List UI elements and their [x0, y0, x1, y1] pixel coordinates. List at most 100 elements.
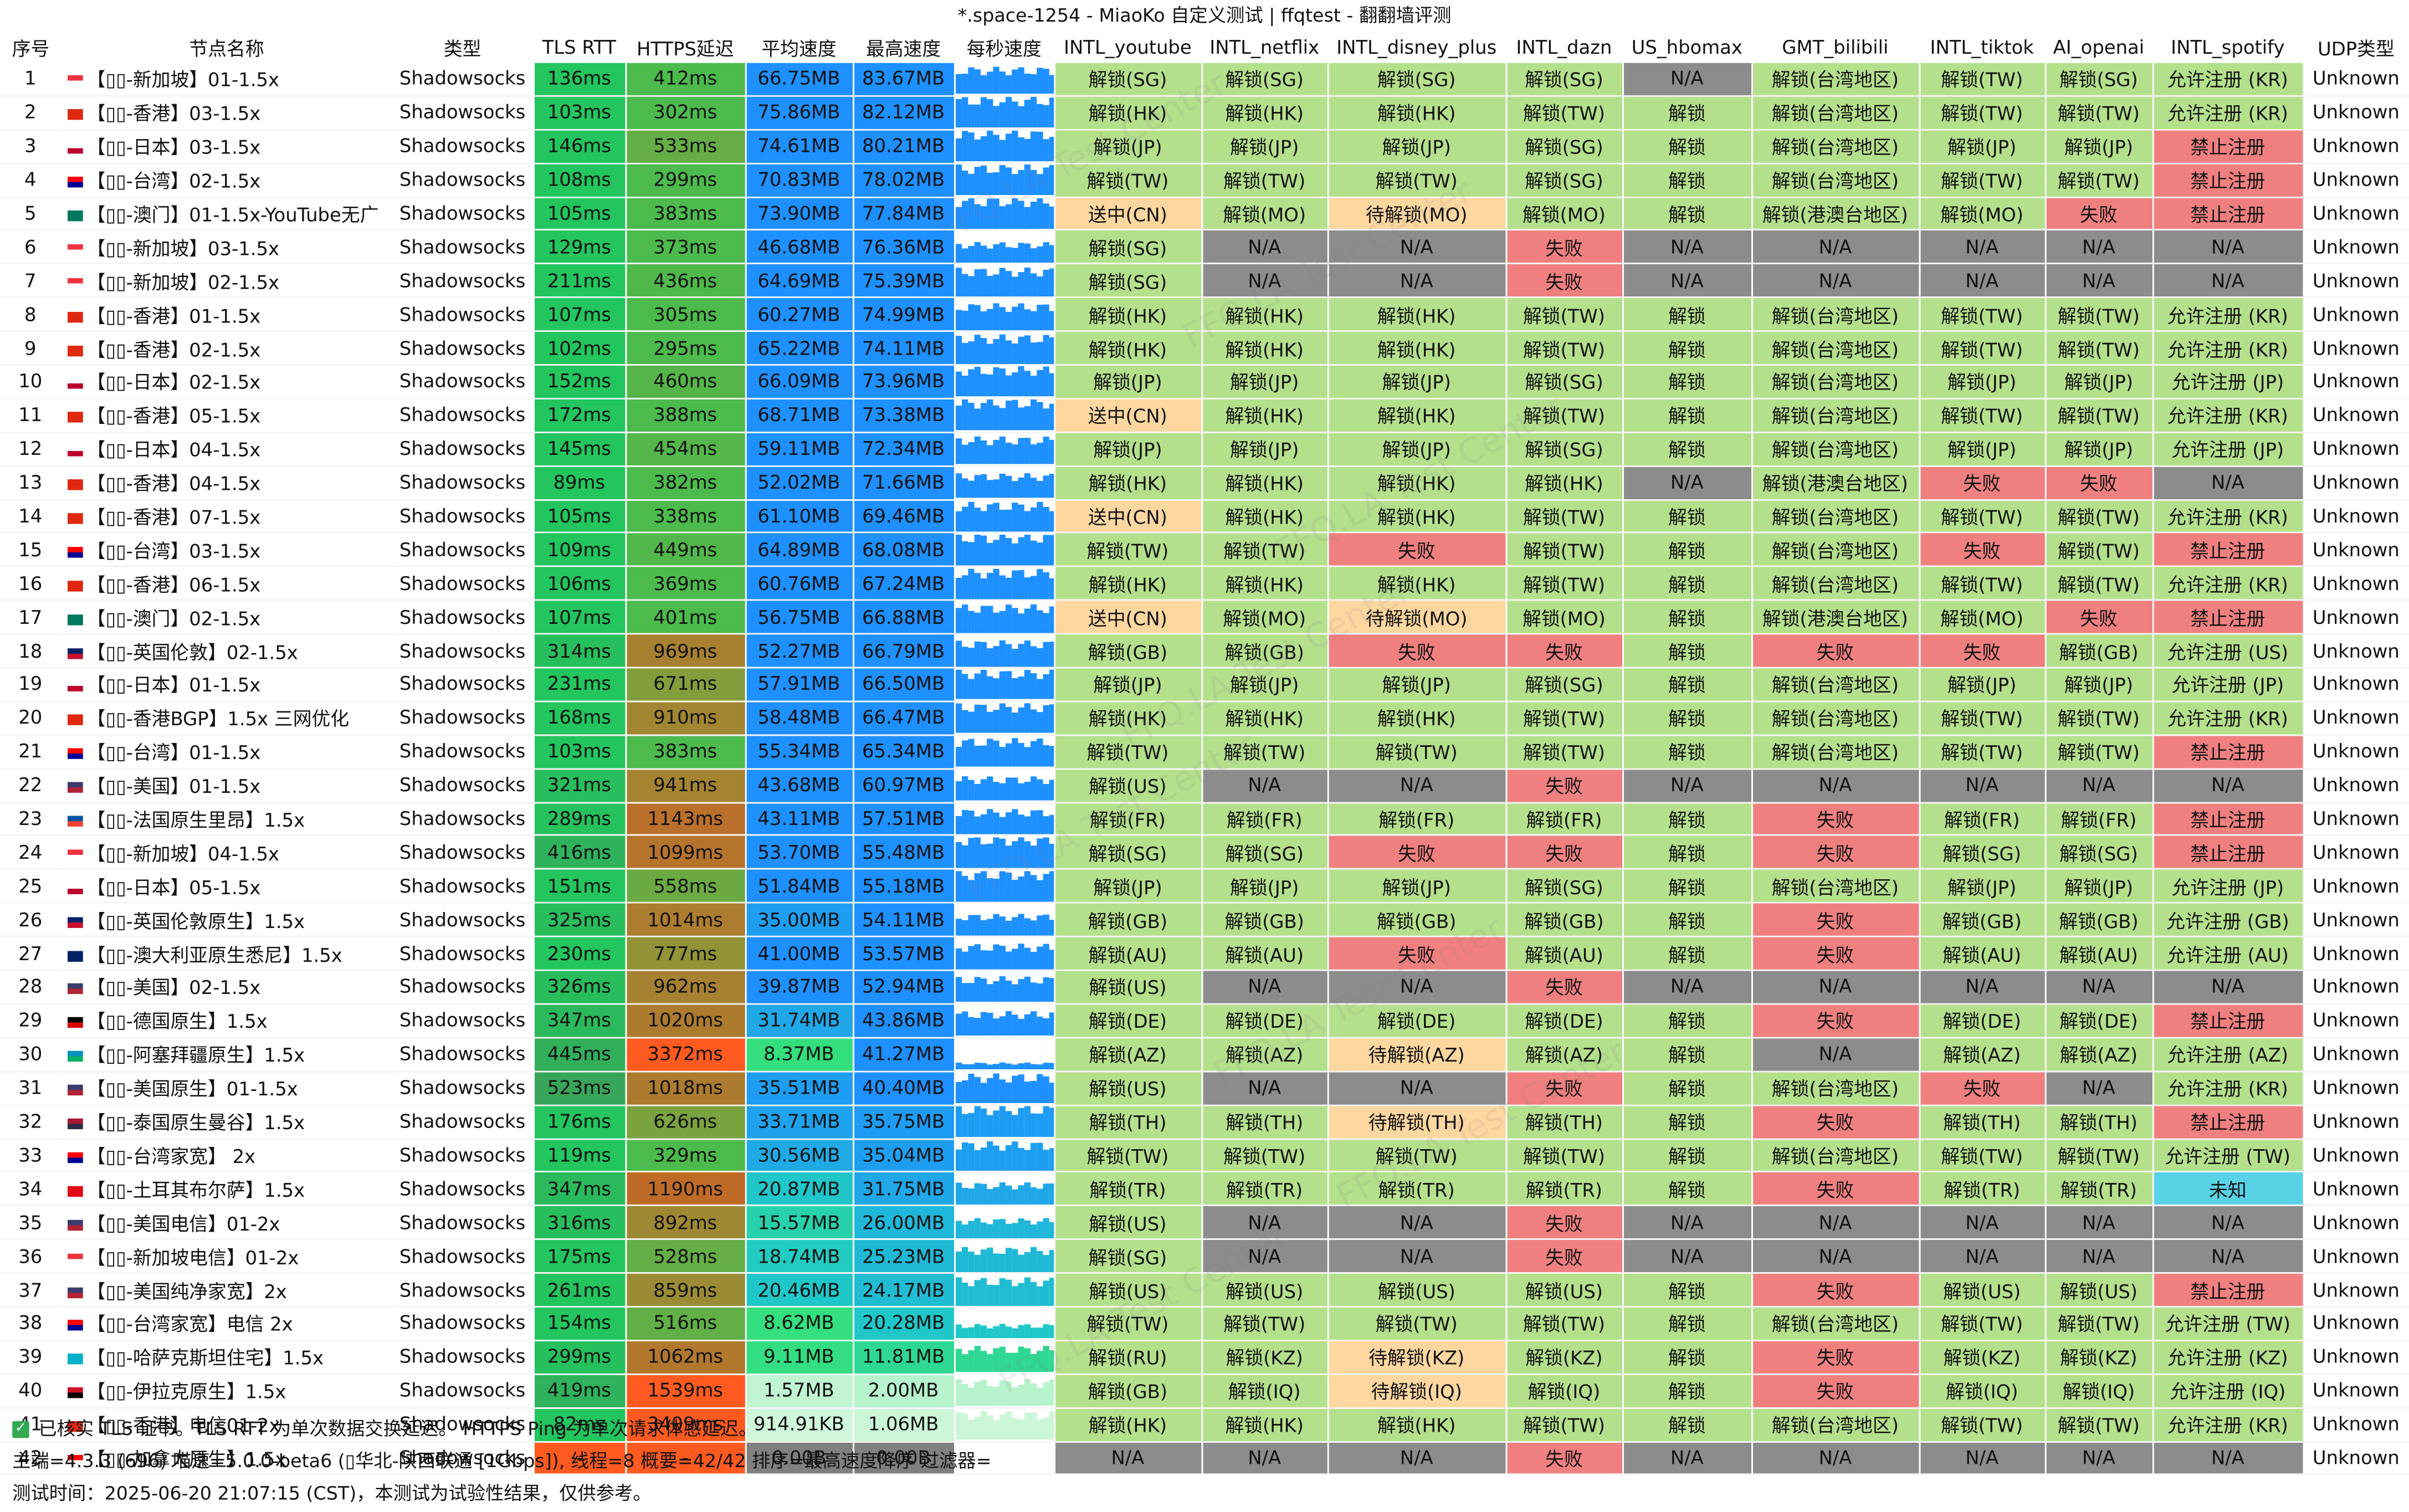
table-row[interactable]: 20 【▯▯-香港BGP】1.5x 三网优化 Shadowsocks 168ms 910… [0, 701, 2409, 736]
table-row[interactable]: 18 【▯▯-英国伦敦】02-1.5x Shadowsocks 314ms 969ms 5… [0, 634, 2409, 669]
table-row[interactable]: 26 【▯▯-英国伦敦原生】1.5x Shadowsocks 325ms 1014ms 3… [0, 903, 2409, 937]
col-header-8[interactable]: INTL_youtube [1054, 32, 1202, 63]
unlock-yt: 解锁(RU) [1054, 1340, 1202, 1375]
unlock-nf: N/A [1201, 970, 1329, 1005]
unlock-dz: 解锁(SG) [1505, 163, 1623, 198]
table-row[interactable]: 5 【▯▯-澳门】01-1.5x-YouTube无广 Shadowsocks 105m… [0, 197, 2409, 232]
table-row[interactable]: 13 【▯▯-香港】04-1.5x Shadowsocks 89ms 382ms 52.0… [0, 465, 2409, 500]
table-row[interactable]: 16 【▯▯-香港】06-1.5x Shadowsocks 106ms 369ms 60.… [0, 566, 2409, 601]
col-header-10[interactable]: INTL_disney_plus [1327, 32, 1506, 63]
table-row[interactable]: 1 【▯▯-新加坡】01-1.5x Shadowsocks 136ms 412ms 66.… [0, 63, 2409, 97]
table-row[interactable]: 38 【▯▯-台湾家宽】电信 2x Shadowsocks 154ms 516ms 8.6… [0, 1306, 2409, 1341]
unlock-sp: 未知 [2152, 1172, 2304, 1207]
unlock-nf: 解锁(HK) [1201, 566, 1329, 601]
protocol-type: Shadowsocks [392, 365, 534, 399]
col-header-9[interactable]: INTL_netflix [1201, 32, 1327, 63]
table-row[interactable]: 25 【▯▯-日本】05-1.5x Shadowsocks 151ms 558ms 51.… [0, 869, 2409, 904]
protocol-type: Shadowsocks [392, 331, 534, 366]
table-row[interactable]: 32 【▯▯-泰国原生曼谷】1.5x Shadowsocks 176ms 626ms 33… [0, 1105, 2409, 1140]
table-row[interactable]: 7 【▯▯-新加坡】02-1.5x Shadowsocks 211ms 436ms 64.… [0, 264, 2409, 299]
table-row[interactable]: 35 【▯▯-美国电信】01-2x Shadowsocks 316ms 892ms 15.… [0, 1206, 2409, 1241]
protocol-type: Shadowsocks [392, 298, 534, 332]
col-header-13[interactable]: GMT_bilibili [1751, 32, 1919, 63]
avg-speed: 41.00MB [745, 936, 854, 971]
col-header-2[interactable]: 类型 [392, 32, 534, 63]
table-row[interactable]: 40 【▯▯-伊拉克原生】1.5x Shadowsocks 419ms 1539ms 1.… [0, 1373, 2409, 1408]
table-row[interactable]: 39 【▯▯-哈萨克斯坦住宅】1.5x Shadowsocks 299ms 1062ms… [0, 1340, 2409, 1375]
col-header-7[interactable]: 每秒速度 [954, 32, 1054, 63]
table-row[interactable]: 14 【▯▯-香港】07-1.5x Shadowsocks 105ms 338ms 61.… [0, 499, 2409, 534]
col-header-12[interactable]: US_hbomax [1622, 32, 1752, 63]
avg-speed: 61.10MB [745, 499, 854, 534]
udp-type: Unknown [2303, 331, 2409, 366]
table-row[interactable]: 19 【▯▯-日本】01-1.5x Shadowsocks 231ms 671ms 57.… [0, 667, 2409, 703]
table-row[interactable]: 29 【▯▯-德国原生】1.5x Shadowsocks 347ms 1020ms 31.… [0, 1003, 2409, 1039]
unlock-bili: 解锁(台湾地区) [1751, 1071, 1920, 1106]
unlock-dp: 解锁(JP) [1327, 667, 1506, 703]
table-row[interactable]: 37 【▯▯-美国纯净家宽】2x Shadowsocks 261ms 859ms 20.4… [0, 1273, 2409, 1308]
table-row[interactable]: 3 【▯▯-日本】03-1.5x Shadowsocks 146ms 533ms 74.6… [0, 129, 2409, 164]
table-row[interactable]: 22 【▯▯-美国】01-1.5x Shadowsocks 321ms 941ms 43.… [0, 768, 2409, 803]
unlock-ai: 失败 [2044, 465, 2154, 500]
unlock-yt: 解锁(SG) [1054, 63, 1202, 97]
table-row[interactable]: 33 【▯▯-台湾家宽】 2x Shadowsocks 119ms 329ms 30.56… [0, 1138, 2409, 1173]
table-row[interactable]: 36 【▯▯-新加坡电信】01-2x Shadowsocks 175ms 528ms 18… [0, 1239, 2409, 1274]
col-header-0[interactable]: 序号 [0, 32, 61, 63]
col-header-6[interactable]: 最高速度 [853, 32, 955, 63]
table-row[interactable]: 8 【▯▯-香港】01-1.5x Shadowsocks 107ms 305ms 60.2… [0, 298, 2409, 332]
unlock-hbo: 解锁 [1622, 1105, 1752, 1140]
table-row[interactable]: 15 【▯▯-台湾】03-1.5x Shadowsocks 109ms 449ms 64.… [0, 533, 2409, 568]
unlock-dp: 待解锁(IQ) [1327, 1373, 1506, 1408]
unlock-dp: N/A [1327, 230, 1506, 265]
node-name: 【▯▯-伊拉克原生】1.5x [86, 1381, 286, 1403]
table-row[interactable]: 9 【▯▯-香港】02-1.5x Shadowsocks 102ms 295ms 65.2… [0, 331, 2409, 366]
protocol-type: Shadowsocks [392, 129, 534, 164]
row-index: 39 [0, 1340, 63, 1375]
col-header-14[interactable]: INTL_tiktok [1919, 32, 2045, 63]
udp-type: Unknown [2303, 903, 2409, 937]
tls-rtt: 325ms [533, 903, 626, 937]
flag-iq-icon [66, 1387, 83, 1398]
https-latency: 1190ms [625, 1172, 746, 1207]
unlock-ai: 失败 [2044, 197, 2154, 232]
col-header-3[interactable]: TLS RTT [533, 32, 626, 63]
col-header-5[interactable]: 平均速度 [745, 32, 853, 63]
unlock-dz: 解锁(MO) [1505, 197, 1623, 232]
table-row[interactable]: 10 【▯▯-日本】02-1.5x Shadowsocks 152ms 460ms 66.… [0, 365, 2409, 399]
col-header-1[interactable]: 节点名称 [61, 32, 392, 63]
col-header-17[interactable]: UDP类型 [2303, 32, 2409, 63]
table-row[interactable]: 28 【▯▯-美国】02-1.5x Shadowsocks 326ms 962ms 39.… [0, 970, 2409, 1005]
unlock-nf: N/A [1201, 230, 1329, 265]
avg-speed: 20.46MB [745, 1273, 854, 1308]
col-header-11[interactable]: INTL_dazn [1505, 32, 1623, 63]
table-row[interactable]: 34 【▯▯-土耳其布尔萨】1.5x Shadowsocks 347ms 1190ms 2… [0, 1172, 2409, 1207]
table-row[interactable]: 11 【▯▯-香港】05-1.5x Shadowsocks 172ms 388ms 68.… [0, 398, 2409, 433]
table-row[interactable]: 4 【▯▯-台湾】02-1.5x Shadowsocks 108ms 299ms 70.8… [0, 163, 2409, 198]
speed-sparkline [954, 1071, 1055, 1106]
max-speed: 83.67MB [853, 63, 955, 97]
speed-sparkline [954, 365, 1055, 399]
table-row[interactable]: 27 【▯▯-澳大利亚原生悉尼】1.5x Shadowsocks 230ms 777ms… [0, 936, 2409, 971]
table-row[interactable]: 12 【▯▯-日本】04-1.5x Shadowsocks 145ms 454ms 59.… [0, 432, 2409, 467]
table-row[interactable]: 24 【▯▯-新加坡】04-1.5x Shadowsocks 416ms 1099ms 5… [0, 836, 2409, 870]
https-latency: 383ms [625, 735, 746, 770]
table-row[interactable]: 6 【▯▯-新加坡】03-1.5x Shadowsocks 129ms 373ms 46.… [0, 230, 2409, 265]
unlock-hbo: 解锁 [1622, 600, 1752, 635]
max-speed: 66.50MB [853, 667, 955, 703]
table-row[interactable]: 17 【▯▯-澳门】02-1.5x Shadowsocks 107ms 401ms 56.… [0, 600, 2409, 635]
https-latency: 454ms [625, 432, 746, 467]
flag-jp-icon [66, 681, 83, 693]
unlock-dp: N/A [1327, 264, 1506, 299]
unlock-dz: 解锁(TW) [1505, 298, 1623, 332]
table-row[interactable]: 2 【▯▯-香港】03-1.5x Shadowsocks 103ms 302ms 75.8… [0, 96, 2409, 131]
table-row[interactable]: 31 【▯▯-美国原生】01-1.5x Shadowsocks 523ms 1018ms… [0, 1071, 2409, 1106]
table-row[interactable]: 21 【▯▯-台湾】01-1.5x Shadowsocks 103ms 383ms 55.… [0, 735, 2409, 770]
col-header-16[interactable]: INTL_spotify [2152, 32, 2303, 63]
node-name: 【▯▯-日本】05-1.5x [86, 877, 261, 899]
unlock-dz: 解锁(TW) [1505, 499, 1623, 534]
unlock-sp: 允许注册 (KR) [2152, 1071, 2304, 1106]
col-header-15[interactable]: AI_openai [2044, 32, 2152, 63]
table-row[interactable]: 30 【▯▯-阿塞拜疆原生】1.5x Shadowsocks 445ms 3372ms 8… [0, 1037, 2409, 1072]
col-header-4[interactable]: HTTPS延迟 [625, 32, 745, 63]
table-row[interactable]: 23 【▯▯-法国原生里昂】1.5x Shadowsocks 289ms 1143ms 4… [0, 802, 2409, 837]
